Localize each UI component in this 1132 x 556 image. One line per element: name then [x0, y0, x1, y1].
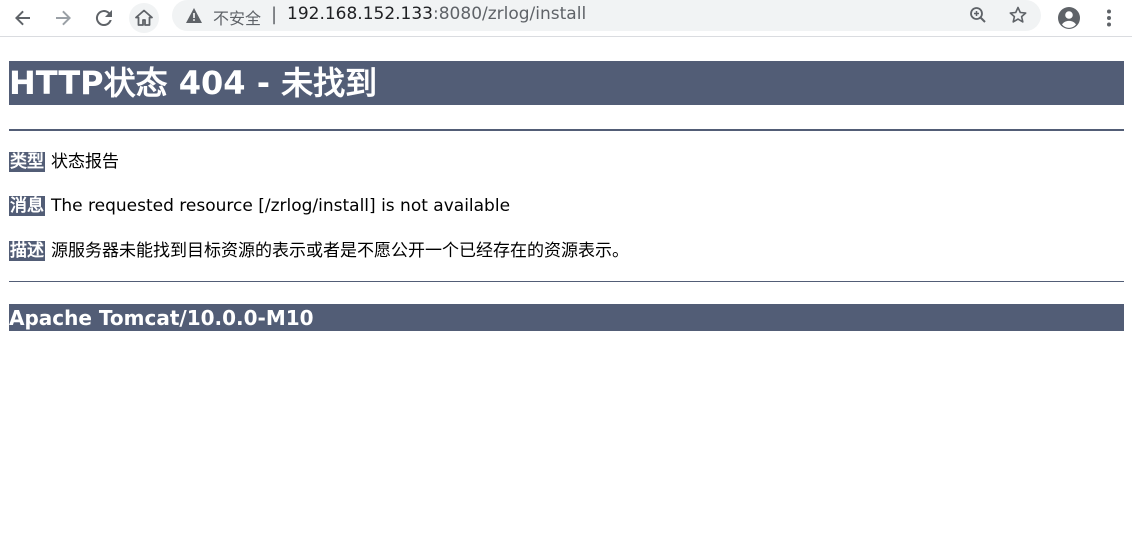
url-text[interactable]: 192.168.152.133:8080/zrlog/install — [287, 4, 586, 24]
message-label: 消息 — [9, 196, 45, 216]
menu-button[interactable] — [1094, 3, 1124, 33]
page-title: HTTP状态 404 - 未找到 — [9, 61, 1124, 105]
home-icon — [134, 8, 154, 28]
type-row: 类型 状态报告 — [9, 150, 119, 174]
warning-icon[interactable] — [186, 8, 202, 27]
divider-bottom — [9, 281, 1124, 282]
message-row: 消息 The requested resource [/zrlog/install… — [9, 194, 510, 218]
forward-button[interactable] — [48, 3, 78, 33]
zoom-button[interactable] — [963, 0, 993, 30]
type-label: 类型 — [9, 152, 45, 172]
profile-icon — [1057, 6, 1081, 30]
error-page: HTTP状态 404 - 未找到 类型 状态报告 消息 The requested … — [9, 61, 1124, 331]
address-bar[interactable]: 不安全 | 192.168.152.133:8080/zrlog/install — [172, 0, 1041, 31]
url-path: :8080/zrlog/install — [433, 4, 587, 24]
star-icon — [1008, 5, 1028, 25]
reload-button[interactable] — [89, 3, 119, 33]
browser-toolbar: 不安全 | 192.168.152.133:8080/zrlog/install — [0, 0, 1132, 37]
url-separator: | — [271, 4, 278, 25]
bookmark-button[interactable] — [1003, 0, 1033, 30]
forward-icon — [53, 8, 73, 28]
zoom-icon — [968, 5, 988, 25]
divider-top — [9, 129, 1124, 131]
profile-button[interactable] — [1054, 3, 1084, 33]
message-value: The requested resource [/zrlog/install] … — [51, 196, 511, 216]
security-label[interactable]: 不安全 — [213, 5, 261, 29]
reload-icon — [94, 8, 114, 28]
description-value: 源服务器未能找到目标资源的表示或者是不愿公开一个已经存在的资源表示。 — [51, 241, 629, 261]
description-row: 描述 源服务器未能找到目标资源的表示或者是不愿公开一个已经存在的资源表示。 — [9, 239, 629, 263]
back-icon — [13, 8, 33, 28]
menu-icon — [1106, 8, 1112, 28]
url-host: 192.168.152.133 — [287, 4, 434, 24]
back-button[interactable] — [8, 3, 38, 33]
server-footer: Apache Tomcat/10.0.0-M10 — [9, 304, 1124, 331]
description-label: 描述 — [9, 241, 45, 261]
type-value: 状态报告 — [51, 152, 119, 172]
home-button[interactable] — [129, 3, 159, 33]
